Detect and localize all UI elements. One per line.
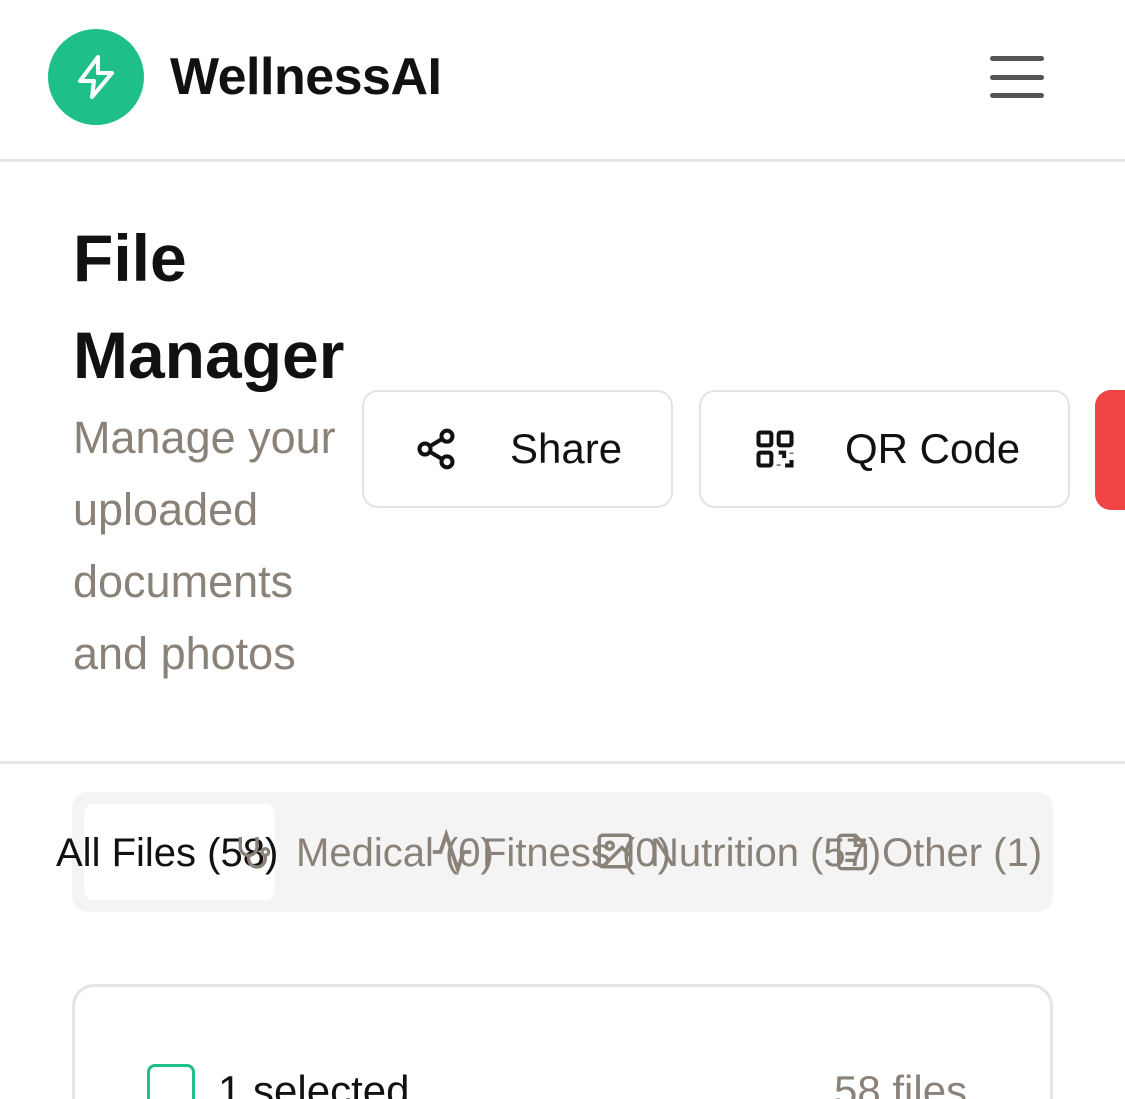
app-header: WellnessAI xyxy=(0,0,1125,162)
activity-icon xyxy=(428,829,476,875)
page: WellnessAI File Manager Manage your uplo… xyxy=(0,0,1125,1099)
hamburger-menu-icon xyxy=(990,56,1044,61)
tab-other[interactable]: Other (1) xyxy=(882,826,1042,880)
page-title: File Manager xyxy=(73,221,345,392)
select-all-checkbox[interactable] xyxy=(147,1064,195,1099)
stethoscope-icon xyxy=(232,829,272,875)
qr-code-icon xyxy=(753,427,797,471)
delete-button[interactable] xyxy=(1095,390,1125,510)
share-icon xyxy=(414,426,458,472)
file-icon xyxy=(832,829,872,875)
file-count: 58 files xyxy=(834,1067,968,1099)
menu-button[interactable] xyxy=(984,50,1050,104)
app-logo[interactable] xyxy=(48,29,144,125)
qr-code-button-label: QR Code xyxy=(845,425,1021,472)
page-header-section: File Manager Manage your uploaded docume… xyxy=(0,162,1125,764)
share-button[interactable]: Share xyxy=(362,390,673,508)
app-name: WellnessAI xyxy=(170,48,442,106)
share-button-label: Share xyxy=(510,425,623,472)
qr-code-button[interactable]: QR Code xyxy=(699,390,1070,508)
page-subtitle: Manage your uploaded documents and photo… xyxy=(73,412,336,679)
image-icon xyxy=(594,829,636,873)
tab-fitness[interactable]: Fitness (0) xyxy=(482,826,671,880)
lightning-bolt-icon xyxy=(72,53,120,101)
selected-count: 1 selected xyxy=(218,1067,410,1099)
